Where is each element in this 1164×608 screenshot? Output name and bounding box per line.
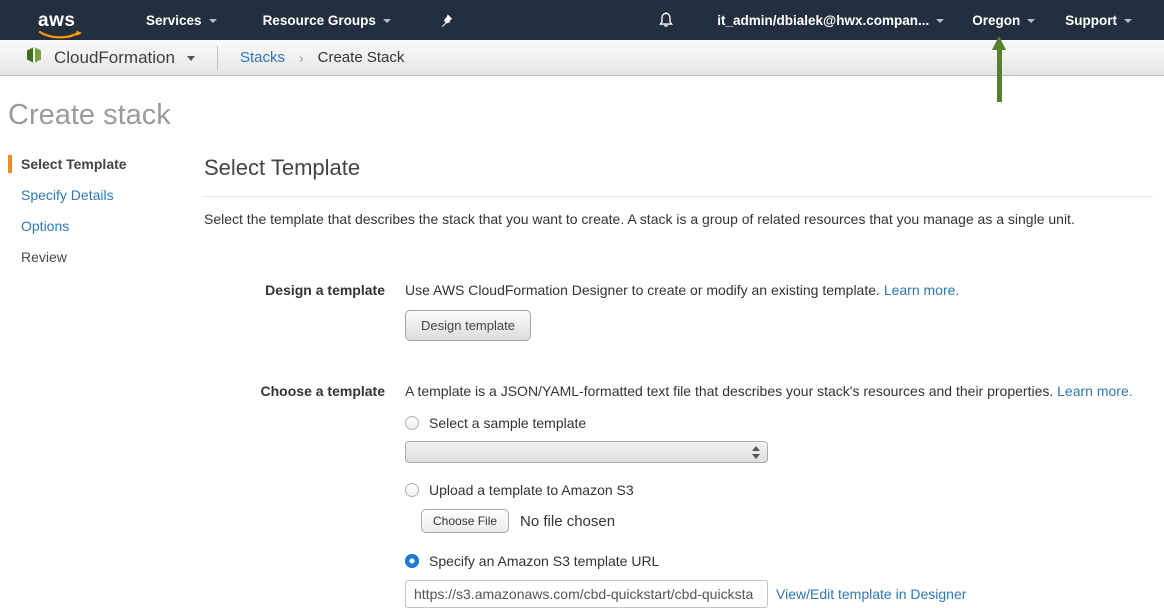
choose-learn-more-link[interactable]: Learn more. (1057, 383, 1132, 399)
bell-icon[interactable] (657, 11, 675, 29)
region-menu[interactable]: Oregon (972, 13, 1035, 28)
main-content: Select Template Select the template that… (204, 155, 1164, 608)
chevron-down-icon (1027, 19, 1035, 23)
radio-specify-s3-url[interactable]: Specify an Amazon S3 template URL (405, 553, 1153, 569)
choose-file-button[interactable]: Choose File (421, 509, 509, 533)
breadcrumb-current: Create Stack (318, 49, 405, 66)
sidebar-item-options[interactable]: Options (8, 217, 204, 235)
pushpin-icon[interactable] (439, 13, 454, 28)
support-menu[interactable]: Support (1065, 13, 1132, 28)
sidebar-item-specify-details[interactable]: Specify Details (8, 186, 204, 204)
design-template-description: Use AWS CloudFormation Designer to creat… (405, 282, 1153, 298)
chevron-down-icon (383, 19, 391, 23)
divider (217, 46, 218, 70)
section-description: Select the template that describes the s… (204, 211, 1153, 227)
choose-template-label: Choose a template (204, 383, 385, 608)
account-menu[interactable]: it_admin/dbialek@hwx.compan... (717, 13, 944, 28)
aws-logo-swoosh-icon (37, 27, 83, 45)
choose-template-description: A template is a JSON/YAML-formatted text… (405, 383, 1153, 399)
services-menu[interactable]: Services (146, 13, 217, 28)
page-title: Create stack (8, 101, 1164, 130)
chevron-down-icon (209, 19, 217, 23)
radio-button-icon[interactable] (405, 416, 419, 430)
chevron-down-icon (1124, 19, 1132, 23)
service-nav-bar: CloudFormation Stacks › Create Stack (0, 40, 1164, 76)
cloudformation-icon (24, 45, 44, 70)
aws-logo[interactable]: aws (38, 11, 86, 30)
file-chosen-status: No file chosen (520, 513, 615, 530)
sample-template-select[interactable] (405, 441, 768, 463)
section-heading: Select Template (204, 155, 1153, 181)
design-template-label: Design a template (204, 282, 385, 341)
cloudformation-service-menu[interactable]: CloudFormation (24, 45, 195, 70)
radio-select-sample-template[interactable]: Select a sample template (405, 415, 1153, 431)
breadcrumb: Stacks › Create Stack (240, 49, 404, 66)
chevron-down-icon (936, 19, 944, 23)
radio-button-icon[interactable] (405, 483, 419, 497)
chevron-down-icon (187, 56, 195, 61)
top-nav-bar: aws Services Resource Groups (0, 0, 1164, 40)
design-template-button[interactable]: Design template (405, 310, 531, 341)
sidebar-item-select-template: Select Template (8, 155, 204, 173)
view-edit-designer-link[interactable]: View/Edit template in Designer (776, 586, 966, 602)
breadcrumb-stacks-link[interactable]: Stacks (240, 49, 285, 66)
green-arrow-up-icon (992, 36, 1006, 102)
select-updown-icon (752, 446, 760, 459)
service-name: CloudFormation (54, 48, 175, 68)
design-learn-more-link[interactable]: Learn more. (884, 282, 959, 298)
resource-groups-menu[interactable]: Resource Groups (263, 13, 391, 28)
radio-button-selected-icon[interactable] (405, 554, 419, 568)
wizard-steps-sidebar: Select Template Specify Details Options … (0, 155, 204, 608)
breadcrumb-separator: › (299, 50, 304, 66)
radio-upload-template[interactable]: Upload a template to Amazon S3 (405, 482, 1153, 498)
sidebar-item-review: Review (8, 248, 204, 266)
divider (204, 196, 1153, 197)
